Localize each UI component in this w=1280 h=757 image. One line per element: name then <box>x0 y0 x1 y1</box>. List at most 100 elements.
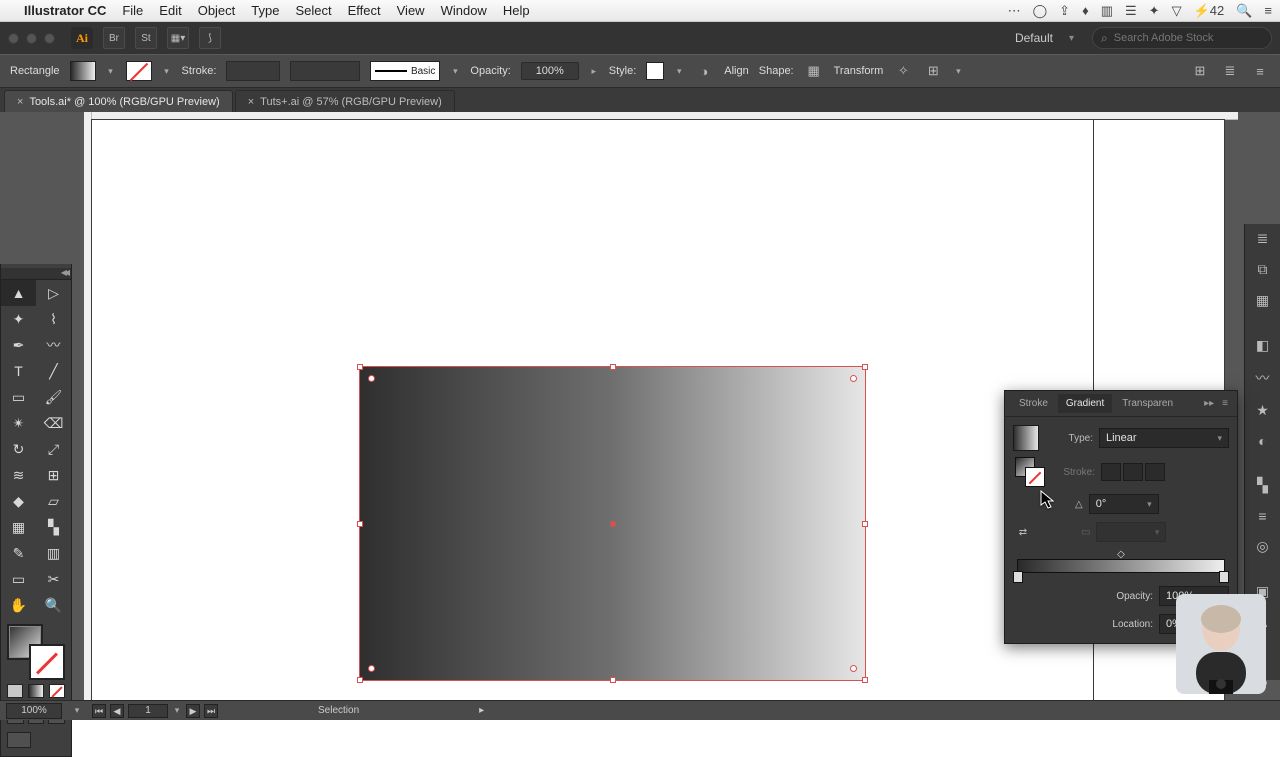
spotlight-icon[interactable]: 🔍 <box>1236 3 1252 19</box>
bridge-button[interactable]: Br <box>103 27 125 49</box>
gradient-panel-icon[interactable]: ▚ <box>1252 477 1274 494</box>
graphic-style-swatch[interactable] <box>646 62 664 80</box>
artboards-panel-icon[interactable]: ⧉ <box>1252 261 1274 278</box>
rotate-tool[interactable]: ↻ <box>1 436 36 462</box>
perspective-tool[interactable]: ▱ <box>36 488 71 514</box>
corner-widget-ne[interactable] <box>850 375 857 382</box>
brushes-panel-icon[interactable]: 〰 <box>1252 368 1274 388</box>
tray-icon[interactable]: ⇪ <box>1059 3 1070 19</box>
width-tool[interactable]: ≋ <box>1 462 36 488</box>
resize-handle-nw[interactable] <box>357 364 363 370</box>
artboard-caret-icon[interactable]: ▾ <box>172 705 182 716</box>
magic-wand-tool[interactable]: ✦ <box>1 306 36 332</box>
gradient-fillstroke-proxy[interactable] <box>1015 457 1045 487</box>
gradient-mode-button[interactable] <box>28 684 44 698</box>
shaper-tool[interactable]: ✴ <box>1 410 36 436</box>
recolor-artwork-icon[interactable]: ◑ <box>694 61 714 81</box>
stroke-proxy[interactable] <box>29 644 65 680</box>
variable-width-profile[interactable] <box>290 61 360 81</box>
zoom-level[interactable]: 100% <box>6 703 62 719</box>
corner-widget-se[interactable] <box>850 665 857 672</box>
column-graph-tool[interactable]: ▥ <box>36 540 71 566</box>
align-label[interactable]: Align <box>724 65 748 77</box>
menu-effect[interactable]: Effect <box>348 3 381 18</box>
align-panel-icon[interactable]: ▦ <box>1252 292 1274 309</box>
menu-help[interactable]: Help <box>503 3 530 18</box>
zoom-tool[interactable]: 🔍 <box>36 592 71 618</box>
curvature-tool[interactable]: 〰 <box>36 332 71 358</box>
tray-icon[interactable]: ◯ <box>1033 3 1048 19</box>
symbols-panel-icon[interactable]: ★ <box>1252 402 1274 419</box>
scale-tool[interactable]: ⤢ <box>36 436 71 462</box>
panel-menu-icon[interactable]: ≣ <box>1220 61 1240 81</box>
brush-caret-icon[interactable]: ▾ <box>450 66 460 77</box>
first-artboard-button[interactable]: ⏮ <box>92 704 106 718</box>
horizontal-ruler[interactable] <box>92 112 1238 120</box>
document-tab-active[interactable]: × Tools.ai* @ 100% (RGB/GPU Preview) <box>4 90 233 112</box>
selected-rectangle[interactable] <box>360 367 865 680</box>
zoom-caret-icon[interactable]: ▾ <box>72 705 82 716</box>
resize-handle-ne[interactable] <box>862 364 868 370</box>
panel-tab-stroke[interactable]: Stroke <box>1011 394 1056 413</box>
next-artboard-button[interactable]: ▶ <box>186 704 200 718</box>
gradient-angle-input[interactable]: 0° ▾ <box>1089 494 1159 514</box>
menu-view[interactable]: View <box>397 3 425 18</box>
close-window[interactable] <box>8 33 19 44</box>
eyedropper-tool[interactable]: ✎ <box>1 540 36 566</box>
menu-icon[interactable]: ≡ <box>1264 3 1272 18</box>
resize-handle-w[interactable] <box>357 521 363 527</box>
panel-tab-transparency[interactable]: Transparen <box>1114 394 1181 413</box>
resize-handle-se[interactable] <box>862 677 868 683</box>
gradient-tool[interactable]: ▚ <box>36 514 71 540</box>
stroke-gradient-across-button[interactable] <box>1145 463 1165 481</box>
menu-type[interactable]: Type <box>251 3 279 18</box>
arrange-documents-button[interactable]: ▦▾ <box>167 27 189 49</box>
tray-icon[interactable]: ♦ <box>1082 3 1089 18</box>
center-point[interactable] <box>610 521 616 527</box>
document-tab[interactable]: × Tuts+.ai @ 57% (RGB/GPU Preview) <box>235 90 455 112</box>
stroke-caret-icon[interactable]: ▾ <box>162 66 172 77</box>
paintbrush-tool[interactable]: 🖌 <box>36 384 71 410</box>
last-artboard-button[interactable]: ⏭ <box>204 704 218 718</box>
tray-icon[interactable]: ▥ <box>1101 3 1113 19</box>
transform-label[interactable]: Transform <box>834 65 884 77</box>
free-transform-tool[interactable]: ⊞ <box>36 462 71 488</box>
workspace-caret-icon[interactable]: ▾ <box>1069 33 1074 44</box>
gradient-type-select[interactable]: Linear ▾ <box>1099 428 1229 448</box>
shape-properties-icon[interactable]: ▦ <box>804 61 824 81</box>
none-mode-button[interactable] <box>49 684 65 698</box>
artboard-number[interactable]: 1 <box>128 704 168 718</box>
collapse-panel-icon[interactable]: ▸▸ <box>1201 398 1217 409</box>
edit-icon[interactable]: ⊞ <box>923 61 943 81</box>
vertical-ruler[interactable] <box>84 112 92 700</box>
selection-tool[interactable]: ▲ <box>1 280 36 306</box>
corner-widget-sw[interactable] <box>368 665 375 672</box>
brush-definition[interactable]: Basic <box>370 61 440 81</box>
resize-handle-n[interactable] <box>610 364 616 370</box>
stroke-panel-icon[interactable]: ≡ <box>1252 508 1274 524</box>
tray-icon[interactable]: ✦ <box>1149 3 1160 19</box>
tray-icon[interactable]: ☰ <box>1125 3 1137 19</box>
gradient-stop-right[interactable] <box>1219 571 1229 583</box>
hand-tool[interactable]: ✋ <box>1 592 36 618</box>
reverse-gradient-icon[interactable]: ⇄ <box>1013 527 1033 538</box>
stroke-weight-input[interactable] <box>226 61 280 81</box>
edit-caret-icon[interactable]: ▾ <box>953 66 963 77</box>
stock-button[interactable]: St <box>135 27 157 49</box>
mesh-tool[interactable]: ▦ <box>1 514 36 540</box>
stroke-gradient-within-button[interactable] <box>1101 463 1121 481</box>
menu-select[interactable]: Select <box>295 3 331 18</box>
arrange-icon[interactable]: ⊞ <box>1190 61 1210 81</box>
screen-mode-button[interactable] <box>7 732 31 748</box>
menu-edit[interactable]: Edit <box>159 3 181 18</box>
workspace-switcher[interactable]: Default <box>1009 31 1059 45</box>
menu-file[interactable]: File <box>122 3 143 18</box>
corner-widget-nw[interactable] <box>368 375 375 382</box>
opacity-caret-icon[interactable]: ▸ <box>589 66 599 77</box>
stock-search-input[interactable] <box>1114 32 1263 44</box>
shape-builder-tool[interactable]: ◆ <box>1 488 36 514</box>
appearance-panel-icon[interactable]: ◎ <box>1252 538 1274 555</box>
panel-menu-icon[interactable]: ≡ <box>1219 398 1231 409</box>
preferences-icon[interactable]: ≡ <box>1250 61 1270 81</box>
minimize-window[interactable] <box>26 33 37 44</box>
